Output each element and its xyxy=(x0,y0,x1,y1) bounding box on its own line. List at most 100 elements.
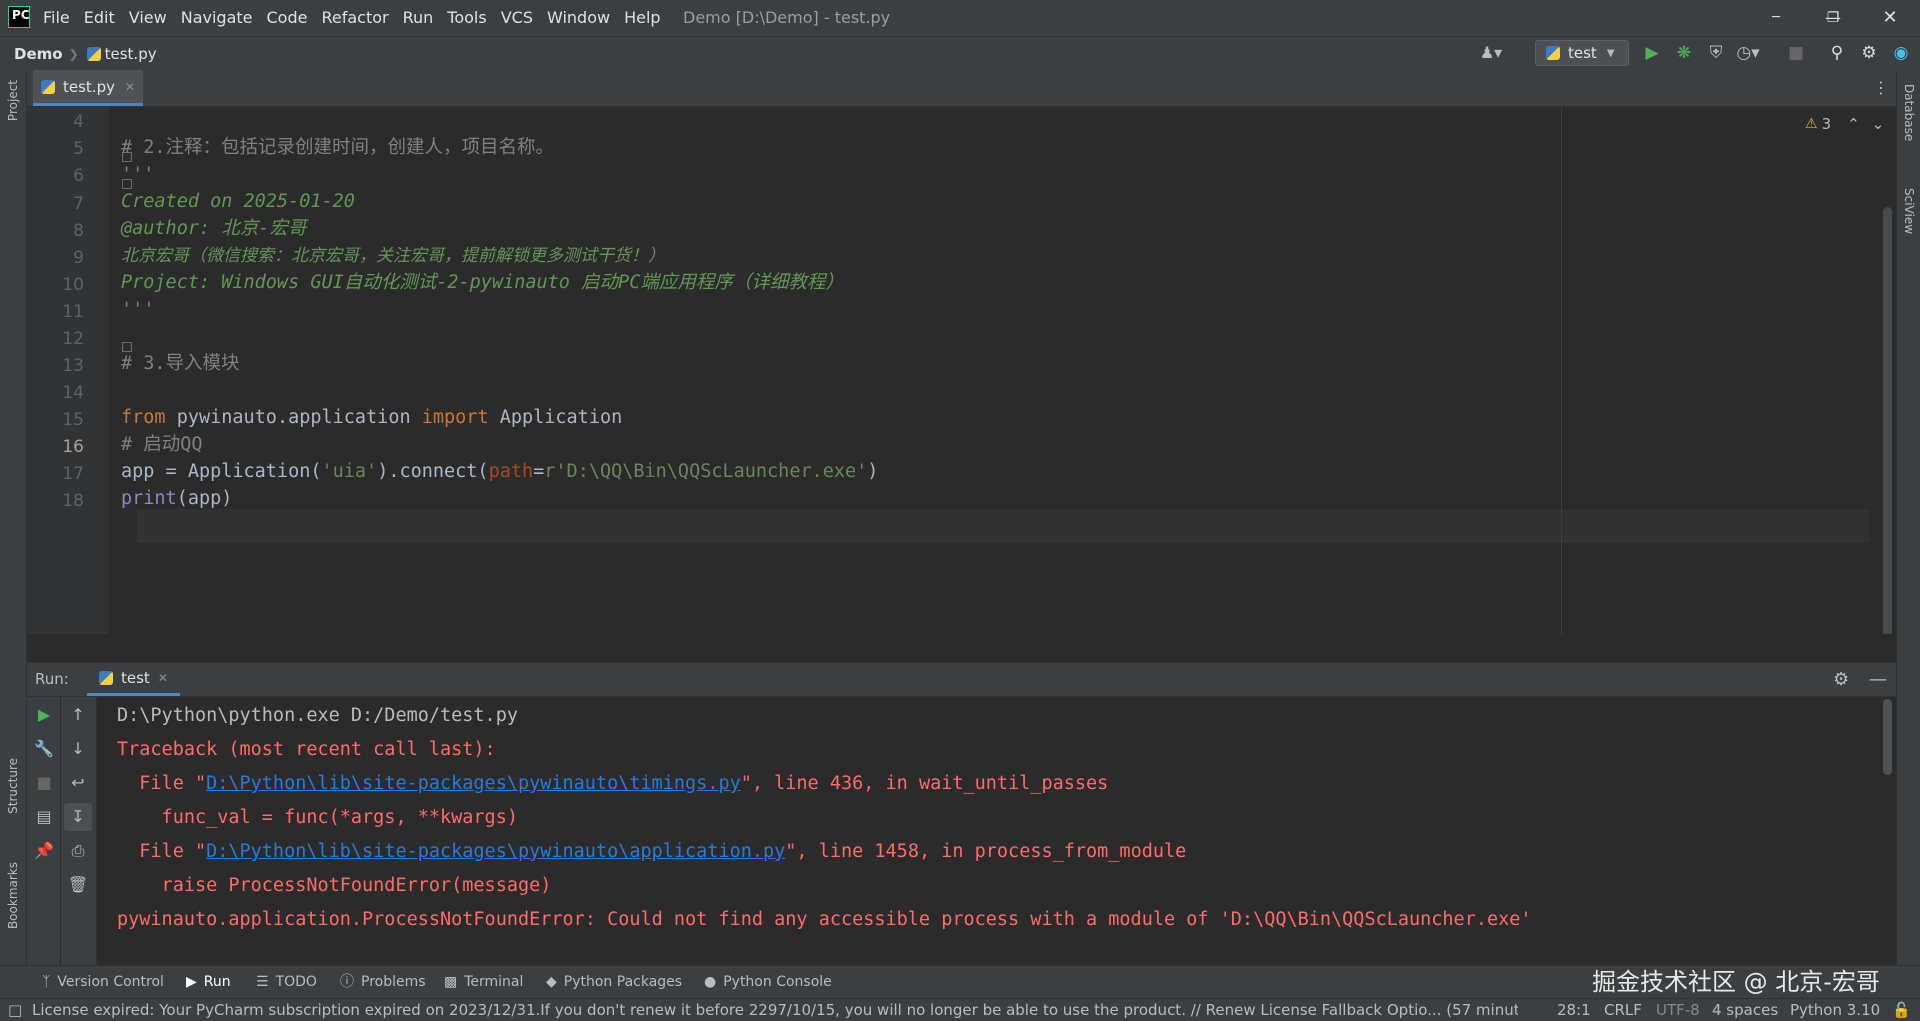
code-text: (app) xyxy=(176,488,233,509)
database-tool-button[interactable]: Database xyxy=(1902,84,1916,141)
run-configuration-select[interactable]: test ▼ xyxy=(1535,40,1629,66)
tool-label: Run xyxy=(203,974,231,990)
menu-refactor[interactable]: Refactor xyxy=(314,0,395,36)
code-line-11: ''' xyxy=(121,299,155,320)
settings-gear-icon[interactable]: ⚙ xyxy=(1856,40,1882,66)
code-editor[interactable]: 4 5 6 7 8 9 10 11 12 13 14 15 16 17 18 #… xyxy=(27,107,1896,637)
arrow-up-icon[interactable]: ↑ xyxy=(64,701,92,729)
print-icon[interactable]: ⎙ xyxy=(64,837,92,865)
module-name: pywinauto.application xyxy=(165,407,422,428)
menu-code[interactable]: Code xyxy=(260,0,315,36)
caret-position[interactable]: 28:1 xyxy=(1557,999,1591,1021)
console-scrollbar[interactable] xyxy=(1883,699,1892,775)
search-everywhere-icon[interactable]: ⚲ xyxy=(1824,40,1850,66)
debug-button[interactable]: ❋ xyxy=(1671,40,1697,66)
terminal-icon: ▩ xyxy=(444,974,458,990)
menu-vcs[interactable]: VCS xyxy=(494,0,540,36)
close-tab-icon[interactable]: ✕ xyxy=(158,671,168,685)
breadcrumb-file[interactable]: test.py xyxy=(105,37,157,71)
minimize-panel-icon[interactable]: — xyxy=(1869,663,1887,696)
tool-run[interactable]: ▶ Run xyxy=(186,966,231,999)
breadcrumb-project[interactable]: Demo xyxy=(14,37,63,71)
menu-view[interactable]: View xyxy=(122,0,174,36)
stop-icon[interactable]: ■ xyxy=(30,769,58,797)
menu-edit[interactable]: Edit xyxy=(77,0,122,36)
status-toggle-icon[interactable]: □ xyxy=(8,999,22,1021)
status-bar: □ License expired: Your PyCharm subscrip… xyxy=(0,998,1920,1021)
coverage-button[interactable]: ⛨ xyxy=(1703,40,1729,66)
user-account-icon[interactable]: ♟▾ xyxy=(1478,40,1504,66)
right-margin-guide xyxy=(1561,107,1562,634)
tool-python-console[interactable]: ● Python Console xyxy=(704,966,832,999)
string-literal: 'uia' xyxy=(321,461,378,482)
tool-label: TODO xyxy=(275,974,317,990)
editor-scrollbar[interactable] xyxy=(1883,207,1892,637)
lock-icon[interactable]: 🔓 xyxy=(1892,999,1911,1021)
gear-icon[interactable]: ⚙ xyxy=(1833,663,1849,696)
file-encoding[interactable]: UTF-8 xyxy=(1656,999,1700,1021)
project-tool-button[interactable]: Project xyxy=(6,80,20,121)
rerun-icon[interactable]: ▶ xyxy=(30,701,58,729)
close-tab-icon[interactable]: ✕ xyxy=(125,80,135,94)
window-title: Demo [D:\Demo] - test.py xyxy=(683,8,891,27)
minimize-icon-button[interactable]: ─ xyxy=(1748,0,1804,36)
editor-tab-test-py[interactable]: test.py ✕ xyxy=(33,70,144,106)
more-options-icon[interactable]: ⋮ xyxy=(1871,70,1891,106)
menu-help[interactable]: Help xyxy=(617,0,667,36)
wrench-icon[interactable]: 🔧 xyxy=(30,735,58,763)
pin-icon[interactable]: 📌 xyxy=(30,837,58,865)
python-file-icon xyxy=(86,47,101,61)
soft-wrap-icon[interactable]: ↩ xyxy=(64,769,92,797)
inspection-widget[interactable]: ⚠ 3 ⌃ ⌄ xyxy=(1805,115,1884,133)
python-icon xyxy=(1546,46,1560,60)
layers-icon: ◆ xyxy=(546,974,557,990)
run-toolbar-primary: ▶ 🔧 ■ ▤ 📌 xyxy=(27,697,60,965)
status-message[interactable]: License expired: Your PyCharm subscripti… xyxy=(32,999,1518,1021)
console-frame-1: File "D:\Python\lib\site-packages\pywina… xyxy=(117,767,1108,801)
chevron-down-icon[interactable]: ⌄ xyxy=(1872,115,1885,133)
scroll-to-end-icon[interactable]: ↧ xyxy=(64,803,92,831)
right-tool-strip: Database SciView xyxy=(1896,70,1920,1004)
python-interpreter[interactable]: Python 3.10 xyxy=(1790,999,1880,1021)
tool-terminal[interactable]: ▩ Terminal xyxy=(444,966,523,999)
arrow-down-icon[interactable]: ↓ xyxy=(64,735,92,763)
tool-problems[interactable]: ⓘ Problems xyxy=(340,966,426,999)
tool-version-control[interactable]: ᛉ Version Control xyxy=(42,966,164,999)
profile-button[interactable]: ◷▾ xyxy=(1735,40,1761,66)
file-link-application[interactable]: D:\Python\lib\site-packages\pywinauto\ap… xyxy=(206,841,785,862)
stop-button[interactable]: ■ xyxy=(1783,40,1809,66)
code-line-13: # 3.导入模块 xyxy=(121,353,240,374)
run-toolbar-secondary: ↑ ↓ ↩ ↧ ⎙ 🗑 xyxy=(61,697,97,965)
indent-setting[interactable]: 4 spaces xyxy=(1712,999,1778,1021)
trash-icon[interactable]: 🗑 xyxy=(64,871,92,899)
tool-label: Python Packages xyxy=(563,974,683,990)
chevron-up-icon[interactable]: ⌃ xyxy=(1847,115,1860,133)
structure-tool-button[interactable]: Structure xyxy=(6,758,20,814)
menu-navigate[interactable]: Navigate xyxy=(174,0,260,36)
sciview-tool-button[interactable]: SciView xyxy=(1902,188,1916,234)
tool-python-packages[interactable]: ◆ Python Packages xyxy=(546,966,682,999)
layout-icon[interactable]: ▤ xyxy=(30,803,58,831)
run-console[interactable]: ▶ 🔧 ■ ▤ 📌 ↑ ↓ ↩ ↧ ⎙ 🗑 D:\Python\python.e… xyxy=(27,697,1896,965)
menu-file[interactable]: File xyxy=(36,0,77,36)
main-menu: File Edit View Navigate Code Refactor Ru… xyxy=(36,0,668,36)
run-button[interactable]: ▶ xyxy=(1639,40,1665,66)
line-separator[interactable]: CRLF xyxy=(1604,999,1642,1021)
menu-run[interactable]: Run xyxy=(396,0,441,36)
code-line-17: app = Application('uia').connect(path=r'… xyxy=(121,455,878,489)
run-tab-test[interactable]: test ✕ xyxy=(87,663,180,696)
code-line-10: Project: Windows GUI自动化测试-2-pywinauto 启动… xyxy=(121,272,844,293)
restore-button[interactable]: ❐ xyxy=(1805,0,1861,36)
menu-window[interactable]: Window xyxy=(540,0,617,36)
bookmarks-tool-button[interactable]: Bookmarks xyxy=(6,862,20,929)
code-text: ) xyxy=(867,461,879,482)
chevron-down-icon: ▼ xyxy=(1606,47,1615,59)
menu-tools[interactable]: Tools xyxy=(440,0,493,36)
chevron-right-icon: ❯ xyxy=(68,47,79,61)
tool-todo[interactable]: ☰ TODO xyxy=(256,966,317,999)
close-window-button[interactable]: ✕ xyxy=(1862,0,1918,36)
file-link-timings[interactable]: D:\Python\lib\site-packages\pywinauto\ti… xyxy=(206,773,741,794)
jetbrains-toolbox-icon[interactable]: ◉ xyxy=(1888,40,1914,66)
panel-splitter[interactable] xyxy=(27,634,1896,663)
tool-label: Problems xyxy=(361,974,426,990)
